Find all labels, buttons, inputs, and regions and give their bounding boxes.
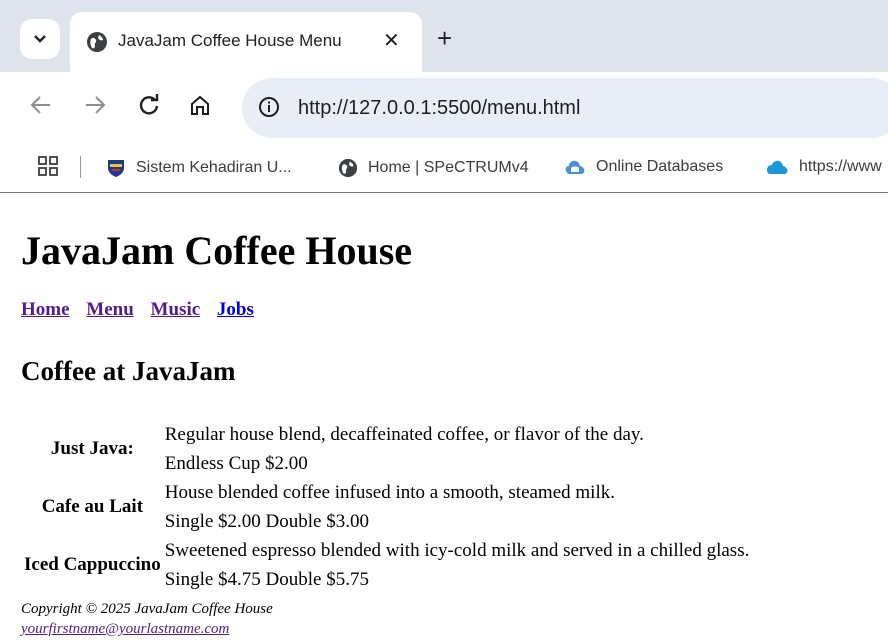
address-bar[interactable]: http://127.0.0.1:5500/menu.html xyxy=(242,78,888,138)
bookmarks-bar: Sistem Kehadiran U... Home | SPeCTRUMv4 … xyxy=(0,144,888,193)
home-icon[interactable] xyxy=(187,92,213,118)
browser-toolbar: http://127.0.0.1:5500/menu.html xyxy=(0,72,888,144)
url-text[interactable]: http://127.0.0.1:5500/menu.html xyxy=(298,97,580,120)
menu-item-description: Regular house blend, decaffeinated coffe… xyxy=(164,424,644,445)
salesforce-cloud-icon xyxy=(767,160,788,174)
chevron-down-icon xyxy=(34,35,46,43)
page-content: JavaJam Coffee House Home Menu Music Job… xyxy=(0,193,888,641)
forward-arrow-icon[interactable] xyxy=(82,92,108,118)
bookmark-label: Home | SPeCTRUMv4 xyxy=(368,159,529,176)
table-row: Iced Cappuccino Sweetened espresso blend… xyxy=(21,536,750,575)
table-row: Cafe au Lait House blended coffee infuse… xyxy=(21,478,749,517)
reload-icon[interactable] xyxy=(136,92,162,118)
bookmark-item[interactable]: Online Databases xyxy=(564,158,723,176)
menu-item-name: Iced Cappuccino xyxy=(24,554,161,575)
active-tab[interactable]: JavaJam Coffee House Menu ✕ xyxy=(70,12,422,72)
page-footer: Copyright © 2025 JavaJam Coffee House yo… xyxy=(21,599,273,639)
globe-icon xyxy=(87,32,107,52)
tab-title: JavaJam Coffee House Menu xyxy=(118,31,342,50)
nav-link-jobs[interactable]: Jobs xyxy=(217,299,254,320)
nav-link-music[interactable]: Music xyxy=(151,299,201,320)
tab-strip: JavaJam Coffee House Menu ✕ + xyxy=(0,0,888,72)
email-link[interactable]: yourfirstname@yourlastname.com xyxy=(21,621,229,637)
globe-icon xyxy=(338,158,358,178)
bookmark-item[interactable]: Sistem Kehadiran U... xyxy=(106,158,292,178)
section-title: Coffee at JavaJam xyxy=(21,356,236,386)
table-row: Just Java: Regular house blend, decaffei… xyxy=(21,420,749,459)
bookmark-label: Sistem Kehadiran U... xyxy=(136,159,292,176)
menu-item-price: Single $4.75 Double $5.75 xyxy=(164,569,369,590)
new-tab-button[interactable]: + xyxy=(437,25,452,51)
shield-crest-icon xyxy=(108,160,124,177)
menu-item-name: Cafe au Lait xyxy=(41,496,144,517)
nav-link-menu[interactable]: Menu xyxy=(86,299,134,320)
site-nav: Home Menu Music Jobs xyxy=(21,299,266,321)
menu-item-description: House blended coffee infused into a smoo… xyxy=(164,482,615,503)
page-title: JavaJam Coffee House xyxy=(21,228,413,273)
menu-item-price: Endless Cup $2.00 xyxy=(164,453,308,474)
back-arrow-icon[interactable] xyxy=(28,92,54,118)
copyright-text: Copyright © 2025 JavaJam Coffee House xyxy=(21,601,273,617)
apps-grid-icon[interactable] xyxy=(38,156,58,176)
bookmark-item[interactable]: Home | SPeCTRUMv4 xyxy=(338,158,529,178)
menu-item-name: Just Java: xyxy=(50,438,134,459)
bookmark-label: https://www xyxy=(799,158,882,175)
tab-search-button[interactable] xyxy=(20,19,60,59)
site-info-icon[interactable] xyxy=(258,96,280,118)
menu-item-price: Single $2.00 Double $3.00 xyxy=(164,511,369,532)
bookmarks-divider xyxy=(80,156,81,178)
bookmark-item[interactable]: https://www xyxy=(765,158,882,176)
database-cloud-icon xyxy=(565,160,585,174)
menu-item-description: Sweetened espresso blended with icy-cold… xyxy=(164,540,750,561)
nav-link-home[interactable]: Home xyxy=(21,299,70,320)
bookmark-label: Online Databases xyxy=(596,158,724,175)
close-tab-icon[interactable]: ✕ xyxy=(383,28,400,53)
menu-table: Just Java: Regular house blend, decaffei… xyxy=(21,420,749,594)
